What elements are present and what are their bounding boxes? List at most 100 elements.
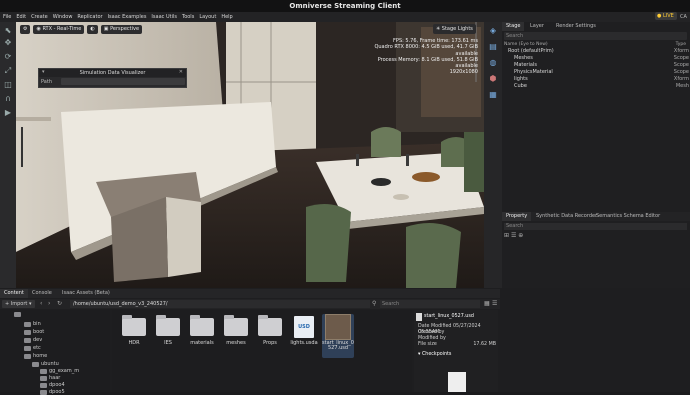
layer-icon[interactable]: ▤ <box>487 42 499 52</box>
menu-replicator[interactable]: Replicator <box>77 14 102 20</box>
file-item-meshes[interactable]: meshes <box>220 314 252 358</box>
tree-row-materials[interactable]: Materials Scope <box>504 62 690 69</box>
close-icon[interactable]: ✕ <box>179 69 183 75</box>
checkpoints-header[interactable]: ▾ Checkpoints <box>418 352 451 358</box>
tree-item-gg-exam[interactable]: gg_exam_m <box>40 368 79 374</box>
viewport-toolbar: ⚙ ◉ RTX - Real-Time ◐ ▣ Perspective <box>20 24 143 34</box>
file-label: Props <box>263 340 277 346</box>
live-button[interactable]: ● LIVE <box>655 12 677 20</box>
visibility-button[interactable]: ◐ <box>87 24 98 34</box>
tree-row-root[interactable]: Root (defaultPrim) Xform <box>504 48 690 55</box>
tree-label: gg_exam_m <box>49 368 80 374</box>
tree-item-dpoo4[interactable]: dpoo4 <box>40 382 65 388</box>
select-icon[interactable]: ⬉ <box>2 26 14 36</box>
add-icon[interactable]: ⊕ <box>518 232 523 239</box>
menu-isaac-utils[interactable]: Isaac Utils <box>151 14 177 20</box>
tree-item-haar[interactable]: haar <box>40 375 60 381</box>
path-input[interactable]: /home/ubuntu/usd_demo_v3_240527/ <box>70 300 370 308</box>
tab-console[interactable]: Console <box>28 289 56 298</box>
tab-synthetic-data-recorder[interactable]: Synthetic Data Recorder <box>532 212 601 221</box>
filter-icon[interactable]: ⊞ <box>504 232 509 239</box>
folder-icon <box>122 315 146 336</box>
file-item-lights-usda[interactable]: USD lights.usda <box>288 314 320 358</box>
grid-view-icon[interactable]: ▦ <box>484 300 490 307</box>
menu-isaac-examples[interactable]: Isaac Examples <box>108 14 147 20</box>
back-icon[interactable]: ‹ <box>40 300 42 307</box>
file-item-hdr[interactable]: HDR <box>118 314 150 358</box>
folder-icon <box>24 321 31 327</box>
row-type: Xform <box>673 76 689 82</box>
menu-layout[interactable]: Layout <box>199 14 216 20</box>
refresh-icon[interactable]: ↻ <box>57 300 62 307</box>
settings-icon[interactable]: ☰ <box>492 300 497 307</box>
folder-tree: bin boot dev etc home ubuntu gg_exam_m h… <box>0 310 110 395</box>
file-item-materials[interactable]: materials <box>186 314 218 358</box>
tree-row-meshes[interactable]: Meshes Scope <box>504 55 690 62</box>
checkpoints-label: Checkpoints <box>421 352 452 357</box>
property-search-input[interactable]: Search <box>504 223 687 230</box>
content-search-input[interactable]: Search <box>380 300 480 308</box>
list-icon[interactable]: ☰ <box>511 232 516 239</box>
menu-file[interactable]: File <box>3 14 11 20</box>
settings-button[interactable]: ⚙ <box>20 24 31 34</box>
import-button[interactable]: + Import ▾ <box>2 300 35 308</box>
magnet-icon[interactable]: ∩ <box>2 94 14 104</box>
tree-row-lights[interactable]: lights Xform <box>504 76 690 83</box>
camera-button[interactable]: ▣ Perspective <box>100 24 143 34</box>
info-modified-label: Modified by <box>418 336 446 341</box>
physics-icon[interactable]: ◍ <box>487 58 499 68</box>
menu-window[interactable]: Window <box>53 14 73 20</box>
file-item-start-linux[interactable]: start_linux_0527.usd <box>322 314 354 358</box>
move-icon[interactable]: ✥ <box>2 38 14 48</box>
file-icon <box>416 313 422 321</box>
tab-stage[interactable]: Stage <box>502 22 525 31</box>
grid-icon[interactable]: ▦ <box>487 90 499 100</box>
render-mode-button[interactable]: ◉ RTX - Real-Time <box>33 24 85 34</box>
play-icon[interactable]: ▶ <box>2 108 14 118</box>
tree-item-boot[interactable]: boot <box>24 329 44 335</box>
property-toolbar: ⊞ ☰ ⊕ <box>504 232 687 239</box>
tree-label: bin <box>33 321 41 327</box>
tab-property[interactable]: Property <box>502 212 532 221</box>
gizmo-icon[interactable]: ◈ <box>487 26 499 36</box>
rotate-icon[interactable]: ⟳ <box>2 52 14 62</box>
info-size: File size 17.62 MB <box>418 342 496 348</box>
file-item-props[interactable]: Props <box>254 314 286 358</box>
tab-layer[interactable]: Layer <box>526 22 548 31</box>
forward-icon[interactable]: › <box>48 300 50 307</box>
tree-item-dev[interactable]: dev <box>24 337 42 343</box>
menu-create[interactable]: Create <box>31 14 48 20</box>
tree-item-home[interactable]: home <box>24 353 47 359</box>
tree-item-etc[interactable]: etc <box>24 345 41 351</box>
window-title: Omniverse Streaming Client <box>0 0 690 12</box>
scale-icon[interactable]: ⤢ <box>2 66 14 76</box>
menu-edit[interactable]: Edit <box>16 14 26 20</box>
menu-tools[interactable]: Tools <box>182 14 194 20</box>
snap-icon[interactable]: ◫ <box>2 80 14 90</box>
tab-content[interactable]: Content <box>0 289 28 298</box>
stage-search-input[interactable]: Search <box>504 32 687 40</box>
search-icon: ⚲ <box>372 300 377 307</box>
tree-row-physicsmaterial[interactable]: PhysicsMaterial Scope <box>504 69 690 76</box>
file-label: lights.usda <box>290 340 318 346</box>
collapse-icon[interactable]: ▾ <box>42 69 45 75</box>
tab-render-settings[interactable]: Render Settings <box>552 22 600 31</box>
tree-item-dpoo5[interactable]: dpoo5 <box>40 389 65 395</box>
menu-help[interactable]: Help <box>221 14 232 20</box>
tree-item-bin[interactable]: bin <box>24 321 41 327</box>
tree-item-root[interactable] <box>14 312 21 317</box>
cube-icon[interactable]: ⬢ <box>487 74 499 84</box>
row-name: lights <box>514 76 528 82</box>
tab-semantics-schema-editor[interactable]: Semantics Schema Editor <box>592 212 664 221</box>
folder-icon <box>258 315 282 336</box>
property-panel <box>502 210 690 288</box>
stage-lights-button[interactable]: ✳ Stage Lights <box>433 24 476 34</box>
tab-isaac-assets[interactable]: Isaac Assets (Beta) <box>58 289 114 298</box>
file-item-ies[interactable]: IES <box>152 314 184 358</box>
tree-label: ubuntu <box>41 361 59 367</box>
resolution-stat: 1920x1080 <box>449 69 478 76</box>
tree-item-ubuntu[interactable]: ubuntu <box>32 361 59 367</box>
memory-stat: Process Memory: 8.1 GiB used, 51.8 GiB a… <box>377 56 478 70</box>
sdv-path-input[interactable] <box>61 78 185 85</box>
tree-row-cube[interactable]: Cube Mesh <box>504 83 690 90</box>
